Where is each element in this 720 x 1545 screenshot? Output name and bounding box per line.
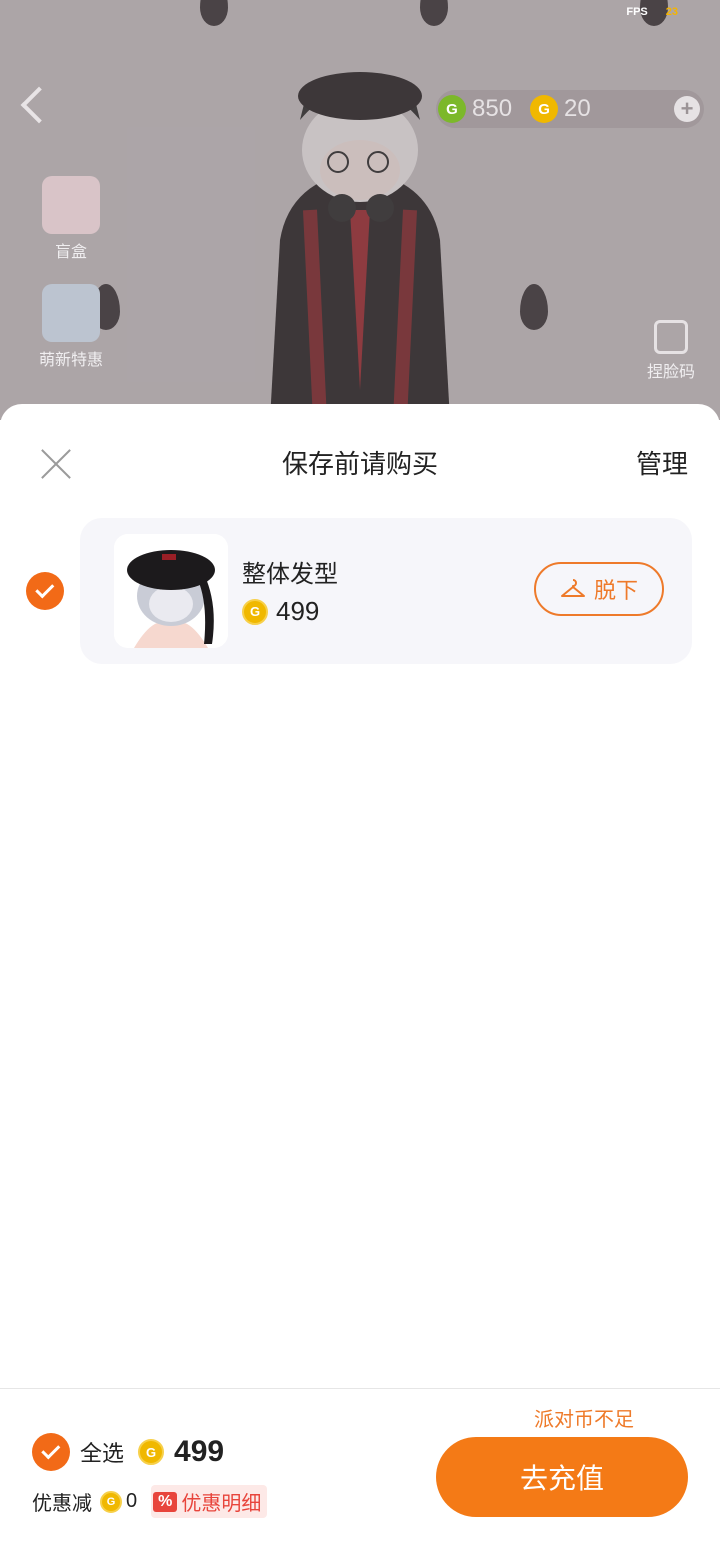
take-off-button[interactable]: 脱下: [534, 562, 664, 616]
hairstyle-image: [114, 534, 228, 648]
gold-coin-icon: G: [530, 95, 559, 123]
game-scene: FPS 23 G 850 G 20 + 盲盒 萌新特惠 捏脸码: [0, 0, 720, 420]
discount-row: 优惠减 G 0 % 优惠明细: [32, 1485, 268, 1518]
side-item-label: 盲盒: [54, 244, 87, 261]
discount-value: 0: [126, 1490, 138, 1512]
fps-counter: FPS 23: [626, 6, 678, 18]
manage-button[interactable]: 管理: [636, 444, 688, 481]
discount-detail-button[interactable]: % 优惠明细: [151, 1485, 268, 1518]
take-off-label: 脱下: [593, 578, 638, 603]
green-currency-value: 850: [472, 95, 513, 122]
gift-box-icon: [42, 176, 100, 234]
newbie-offer-icon: [42, 284, 100, 342]
discount-detail-label: 优惠明细: [181, 1493, 262, 1515]
item-price-value: 499: [276, 596, 320, 626]
insufficient-funds-text: 派对币不足: [534, 1409, 634, 1431]
gold-coin-icon: G: [100, 1490, 122, 1513]
select-all-checkbox[interactable]: [32, 1433, 70, 1471]
list-item: 整体发型 G 499 脱下: [80, 518, 692, 664]
select-all[interactable]: 全选 G 499: [32, 1433, 224, 1471]
check-icon: [40, 1440, 60, 1460]
side-item-newbie-offer[interactable]: 萌新特惠: [26, 284, 116, 370]
check-icon: [34, 579, 54, 599]
gold-currency-value: 20: [564, 95, 591, 122]
hanger-icon: [560, 579, 585, 597]
item-price: G 499: [242, 596, 319, 627]
face-code-label: 捏脸码: [646, 364, 695, 381]
side-item-blind-box[interactable]: 盲盒: [26, 176, 116, 262]
add-currency-icon[interactable]: +: [674, 96, 700, 122]
recharge-button[interactable]: 去充值: [436, 1437, 688, 1517]
gold-coin-icon: G: [138, 1439, 165, 1465]
purchase-sheet: 保存前请购买 管理 整体发型 G 499 脱下: [0, 404, 720, 1544]
percent-icon: %: [153, 1491, 178, 1512]
discount-label: 优惠减: [32, 1493, 92, 1515]
total-price: 499: [174, 1435, 225, 1468]
currency-bar: G 850 G 20 +: [436, 90, 704, 128]
checkout-footer: 派对币不足 全选 G 499 优惠减 G 0 % 优惠明细 去充值: [0, 1388, 720, 1545]
item-thumbnail: [114, 534, 228, 648]
sheet-title: 保存前请购买: [281, 449, 438, 479]
side-item-label: 萌新特惠: [38, 352, 103, 369]
item-checkbox[interactable]: [26, 572, 64, 610]
gold-coin-icon: G: [242, 598, 268, 625]
edit-icon: [654, 320, 688, 354]
select-all-label: 全选: [80, 1441, 125, 1466]
green-coin-icon: G: [438, 95, 466, 123]
item-name: 整体发型: [242, 561, 338, 588]
face-code-button[interactable]: 捏脸码: [626, 320, 716, 382]
